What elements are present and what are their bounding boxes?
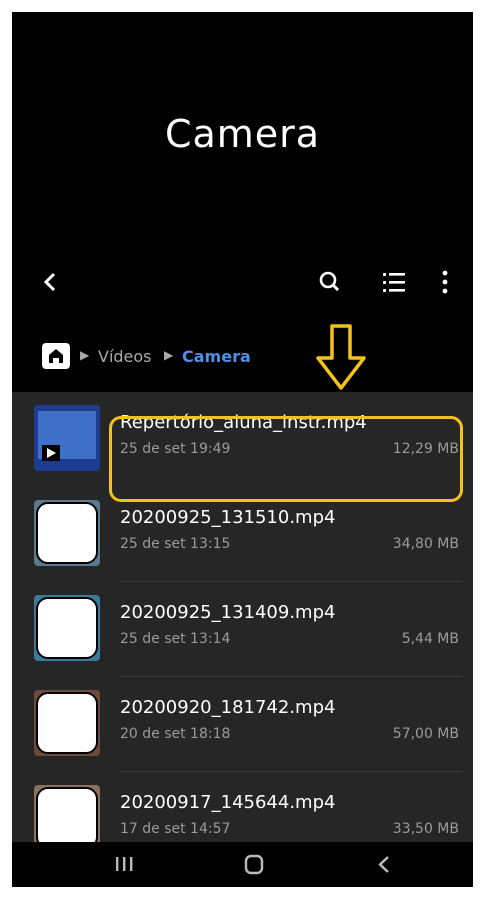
- video-thumbnail: [34, 595, 100, 661]
- breadcrumb-item-videos[interactable]: Vídeos: [98, 347, 152, 366]
- toolbar: [12, 262, 473, 302]
- more-options-icon[interactable]: [432, 262, 458, 302]
- file-name: 20200920_181742.mp4: [120, 697, 336, 718]
- home-icon[interactable]: [42, 343, 70, 369]
- file-name: 20200917_145644.mp4: [120, 792, 336, 813]
- file-date: 25 de set 13:14: [120, 631, 231, 647]
- list-view-icon[interactable]: [380, 262, 410, 302]
- list-item[interactable]: 20200920_181742.mp4 20 de set 18:18 57,0…: [12, 677, 473, 772]
- home-button-icon[interactable]: [234, 842, 274, 887]
- video-thumbnail: [34, 405, 100, 471]
- list-item[interactable]: Repertório_aluna_instr.mp4 25 de set 19:…: [12, 392, 473, 502]
- play-icon: [47, 448, 56, 458]
- down-arrow-icon: [316, 324, 366, 390]
- file-name: 20200925_131510.mp4: [120, 507, 336, 528]
- file-size: 33,50 MB: [392, 821, 459, 837]
- file-size: 57,00 MB: [392, 726, 459, 742]
- file-size: 5,44 MB: [401, 631, 459, 647]
- list-item[interactable]: 20200925_131409.mp4 25 de set 13:14 5,44…: [12, 582, 473, 677]
- breadcrumb-separator-icon: ▶: [80, 348, 90, 362]
- file-name: 20200925_131409.mp4: [120, 602, 336, 623]
- breadcrumb-item-camera: Camera: [182, 347, 251, 366]
- back-arrow-icon[interactable]: [42, 262, 58, 313]
- file-list: Repertório_aluna_instr.mp4 25 de set 19:…: [12, 392, 473, 851]
- video-thumbnail: [34, 500, 100, 566]
- file-date: 20 de set 18:18: [120, 726, 231, 742]
- page-title: Camera: [164, 112, 321, 156]
- file-date: 17 de set 14:57: [120, 821, 231, 837]
- phone-screen: Camera ▶ Vídeos ▶ Camera Repertório_alun…: [12, 12, 473, 887]
- file-date: 25 de set 13:15: [120, 536, 231, 552]
- back-button-icon[interactable]: [364, 842, 404, 887]
- video-thumbnail: [34, 690, 100, 756]
- recent-apps-icon[interactable]: [104, 842, 144, 887]
- breadcrumb: ▶ Vídeos ▶ Camera: [12, 337, 473, 377]
- system-nav-bar: [12, 842, 473, 887]
- file-size: 34,80 MB: [392, 536, 459, 552]
- list-item[interactable]: 20200925_131510.mp4 25 de set 13:15 34,8…: [12, 487, 473, 582]
- search-icon[interactable]: [315, 262, 345, 302]
- breadcrumb-separator-icon: ▶: [164, 348, 174, 362]
